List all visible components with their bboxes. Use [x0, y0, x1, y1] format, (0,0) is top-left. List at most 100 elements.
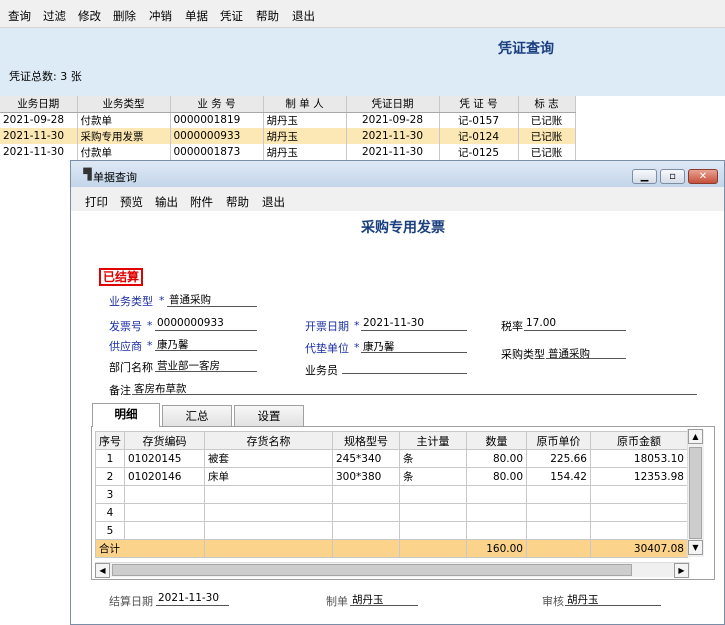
field-underline	[156, 605, 229, 606]
menu-voucher[interactable]: 凭证	[220, 8, 243, 24]
column-header[interactable]: 序号	[95, 431, 125, 450]
grid-cell[interactable]: 154.42	[526, 467, 591, 486]
grid-cell[interactable]: 01020145	[124, 449, 205, 468]
menu-exit[interactable]: 退出	[262, 194, 285, 210]
grid-cell[interactable]: 18053.10	[590, 449, 688, 468]
grid-cell[interactable]: 条	[399, 449, 467, 468]
column-header[interactable]: 业务类型	[77, 96, 171, 113]
grid-cell[interactable]	[466, 521, 527, 540]
grid-cell[interactable]	[526, 503, 591, 522]
grid-cell[interactable]	[332, 503, 400, 522]
grid-cell[interactable]	[526, 485, 591, 504]
invoice-no-field[interactable]: 0000000933	[157, 317, 224, 329]
scroll-left-icon[interactable]: ◀	[95, 563, 110, 578]
grid-cell[interactable]: 12353.98	[590, 467, 688, 486]
required-mark: *	[159, 294, 165, 307]
field-underline	[167, 306, 257, 307]
grid-cell[interactable]: 被套	[204, 449, 333, 468]
column-header[interactable]: 数量	[466, 431, 527, 450]
grid-cell[interactable]	[399, 503, 467, 522]
column-header[interactable]: 凭证日期	[346, 96, 440, 113]
grid-cell[interactable]: 01020146	[124, 467, 205, 486]
column-header[interactable]: 存货名称	[204, 431, 333, 450]
scroll-right-icon[interactable]: ▶	[674, 563, 689, 578]
grid-cell	[332, 539, 400, 558]
field-underline	[155, 330, 257, 331]
biz-type-field[interactable]: 普通采购	[169, 292, 211, 307]
column-header[interactable]: 规格型号	[332, 431, 400, 450]
grid-cell[interactable]	[590, 503, 688, 522]
grid-cell[interactable]	[466, 503, 527, 522]
grid-cell[interactable]	[590, 521, 688, 540]
grid-cell[interactable]	[399, 485, 467, 504]
tab-summary[interactable]: 汇总	[162, 405, 232, 427]
column-header[interactable]: 原币单价	[526, 431, 591, 450]
tax-rate-field[interactable]: 17.00	[526, 317, 556, 329]
close-icon[interactable]: ✕	[688, 169, 718, 184]
column-header[interactable]: 原币金额	[590, 431, 688, 450]
table-row[interactable]: 2021-09-28 付款单 0000001819 胡丹玉 2021-09-28…	[0, 112, 576, 128]
grid-cell[interactable]	[204, 503, 333, 522]
menu-exit[interactable]: 退出	[292, 8, 315, 24]
column-header[interactable]: 存货编码	[124, 431, 205, 450]
column-header[interactable]: 业务日期	[0, 96, 78, 113]
field-underline	[565, 605, 661, 606]
menu-query[interactable]: 查询	[8, 8, 31, 24]
grid-cell[interactable]	[124, 485, 205, 504]
grid-cell[interactable]: 245*340	[332, 449, 400, 468]
grid-cell[interactable]	[590, 485, 688, 504]
menu-help[interactable]: 帮助	[226, 194, 249, 210]
table-cell: 0000000933	[170, 128, 264, 144]
menu-modify[interactable]: 修改	[78, 8, 101, 24]
window-titlebar[interactable]: ▝▌ 单据查询 ▁ ▫ ✕	[71, 161, 724, 187]
grid-cell[interactable]	[332, 485, 400, 504]
column-header[interactable]: 主计量	[399, 431, 467, 450]
grid-cell[interactable]: 80.00	[466, 467, 527, 486]
menu-reverse[interactable]: 冲销	[149, 8, 172, 24]
menu-print[interactable]: 打印	[85, 194, 108, 210]
menu-help[interactable]: 帮助	[256, 8, 279, 24]
maximize-icon[interactable]: ▫	[660, 169, 685, 184]
scroll-thumb[interactable]	[689, 447, 702, 539]
grid-row[interactable]: 1 01020145 被套 245*340 条 80.00 225.66 180…	[95, 449, 688, 468]
grid-cell[interactable]: 条	[399, 467, 467, 486]
menu-output[interactable]: 输出	[155, 194, 178, 210]
menu-filter[interactable]: 过滤	[43, 8, 66, 24]
column-header[interactable]: 标 志	[518, 96, 576, 113]
grid-cell[interactable]	[124, 503, 205, 522]
scroll-up-icon[interactable]: ▲	[688, 429, 703, 444]
grid-row[interactable]: 2 01020146 床单 300*380 条 80.00 154.42 123…	[95, 467, 688, 486]
grid-cell[interactable]	[466, 485, 527, 504]
grid-row[interactable]: 4	[95, 503, 688, 522]
vertical-scrollbar[interactable]: ▲ ▼	[687, 429, 704, 557]
tab-detail[interactable]: 明细	[92, 403, 160, 427]
scroll-down-icon[interactable]: ▼	[688, 540, 703, 555]
invoice-date-field[interactable]: 2021-11-30	[363, 317, 424, 329]
grid-cell[interactable]	[526, 521, 591, 540]
column-header[interactable]: 业 务 号	[170, 96, 264, 113]
grid-cell[interactable]	[124, 521, 205, 540]
grid-cell[interactable]: 225.66	[526, 449, 591, 468]
minimize-icon[interactable]: ▁	[632, 169, 657, 184]
grid-cell[interactable]: 300*380	[332, 467, 400, 486]
table-row[interactable]: 2021-11-30 付款单 0000001873 胡丹玉 2021-11-30…	[0, 144, 576, 160]
grid-cell[interactable]	[332, 521, 400, 540]
grid-cell[interactable]: 床单	[204, 467, 333, 486]
grid-cell[interactable]	[204, 485, 333, 504]
menu-delete[interactable]: 删除	[113, 8, 136, 24]
table-row-selected[interactable]: 2021-11-30 采购专用发票 0000000933 胡丹玉 2021-11…	[0, 128, 576, 144]
tab-settings[interactable]: 设置	[234, 405, 304, 427]
grid-row[interactable]: 5	[95, 521, 688, 540]
menu-attachment[interactable]: 附件	[190, 194, 213, 210]
horizontal-scrollbar[interactable]: ◀ ▶	[95, 562, 690, 578]
grid-row[interactable]: 3	[95, 485, 688, 504]
menu-preview[interactable]: 预览	[120, 194, 143, 210]
grid-cell[interactable]	[204, 521, 333, 540]
column-header[interactable]: 制 单 人	[263, 96, 347, 113]
grid-cell[interactable]: 80.00	[466, 449, 527, 468]
column-header[interactable]: 凭 证 号	[439, 96, 519, 113]
table-cell: 记-0157	[439, 112, 519, 128]
grid-cell[interactable]	[399, 521, 467, 540]
menu-document[interactable]: 单据	[185, 8, 208, 24]
scroll-thumb[interactable]	[112, 564, 632, 576]
